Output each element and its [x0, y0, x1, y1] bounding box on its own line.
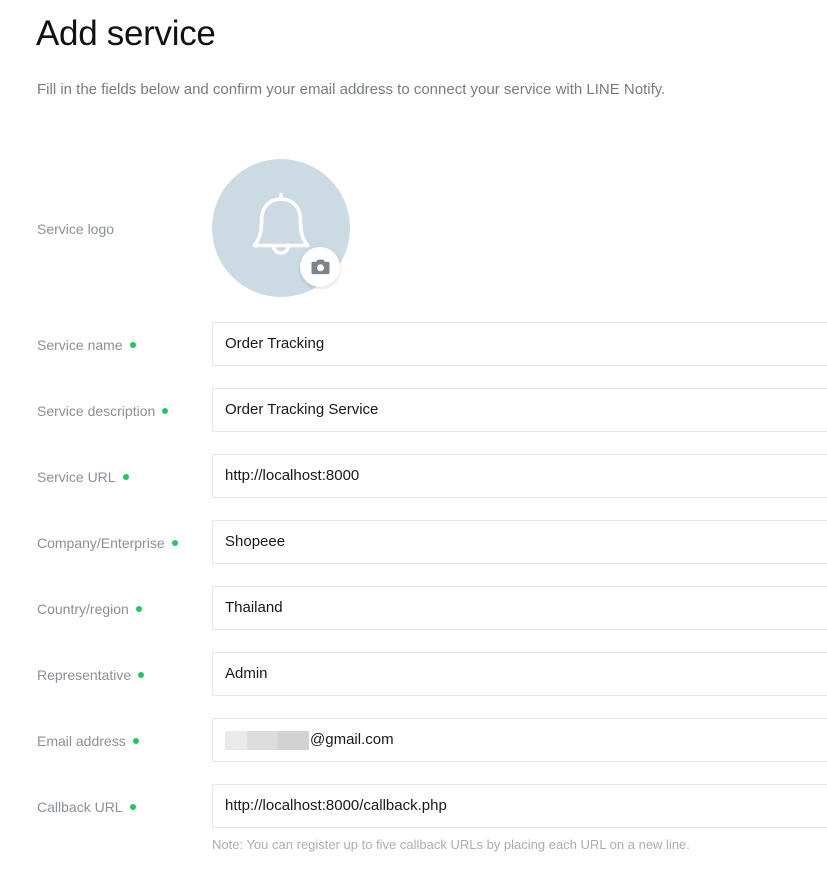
input-value: Admin — [225, 665, 268, 682]
label-text: Callback URL — [37, 799, 123, 815]
required-indicator-dot — [122, 474, 129, 480]
add-service-page: Add service Fill in the fields below and… — [0, 0, 827, 870]
input-callback-url[interactable]: http://localhost:8000/callback.php — [212, 784, 827, 828]
required-indicator-dot — [162, 408, 169, 414]
input-value: http://localhost:8000/callback.php — [225, 797, 447, 814]
service-logo-uploader[interactable] — [212, 159, 350, 297]
required-indicator-dot — [132, 738, 139, 744]
required-indicator-dot — [135, 606, 142, 612]
input-representative[interactable]: Admin — [212, 652, 827, 696]
required-indicator-dot — [138, 672, 145, 678]
page-title: Add service — [36, 14, 216, 53]
input-value: Shopeee — [225, 533, 286, 550]
label-company-enterprise: Company/Enterprise — [37, 533, 178, 553]
label-callback-url: Callback URL — [37, 797, 136, 817]
input-value: @gmail.com — [225, 730, 394, 750]
input-email-address[interactable]: @gmail.com — [212, 718, 827, 762]
label-service-description: Service description — [37, 401, 169, 421]
required-indicator-dot — [129, 804, 136, 810]
camera-icon — [311, 259, 329, 275]
redacted-text-block — [225, 730, 309, 750]
email-domain: @gmail.com — [310, 731, 394, 748]
label-text: Service description — [37, 403, 156, 419]
required-indicator-dot — [171, 540, 178, 546]
input-service-url[interactable]: http://localhost:8000 — [212, 454, 827, 498]
note-callback-url: Note: You can register up to five callba… — [212, 837, 690, 852]
label-service-name: Service name — [37, 335, 136, 355]
page-subtitle: Fill in the fields below and confirm you… — [37, 81, 666, 98]
label-service-url: Service URL — [37, 467, 129, 487]
label-text: Service logo — [37, 221, 115, 237]
input-value: Thailand — [225, 599, 283, 616]
label-text: Service name — [37, 337, 123, 353]
label-country-region: Country/region — [37, 599, 142, 619]
camera-upload-button[interactable] — [300, 247, 340, 287]
label-text: Country/region — [37, 601, 129, 617]
input-country-region[interactable]: Thailand — [212, 586, 827, 630]
input-service-description[interactable]: Order Tracking Service — [212, 388, 827, 432]
label-text: Service URL — [37, 469, 116, 485]
label-text: Representative — [37, 667, 132, 683]
input-value: Order Tracking Service — [225, 401, 379, 418]
input-value: Order Tracking — [225, 335, 325, 352]
required-indicator-dot — [129, 342, 136, 348]
label-representative: Representative — [37, 665, 145, 685]
label-service-logo: Service logo — [37, 219, 114, 239]
label-text: Company/Enterprise — [37, 535, 165, 551]
label-email-address: Email address — [37, 731, 139, 751]
input-value: http://localhost:8000 — [225, 467, 360, 484]
input-company-enterprise[interactable]: Shopeee — [212, 520, 827, 564]
input-service-name[interactable]: Order Tracking — [212, 322, 827, 366]
label-text: Email address — [37, 733, 126, 749]
